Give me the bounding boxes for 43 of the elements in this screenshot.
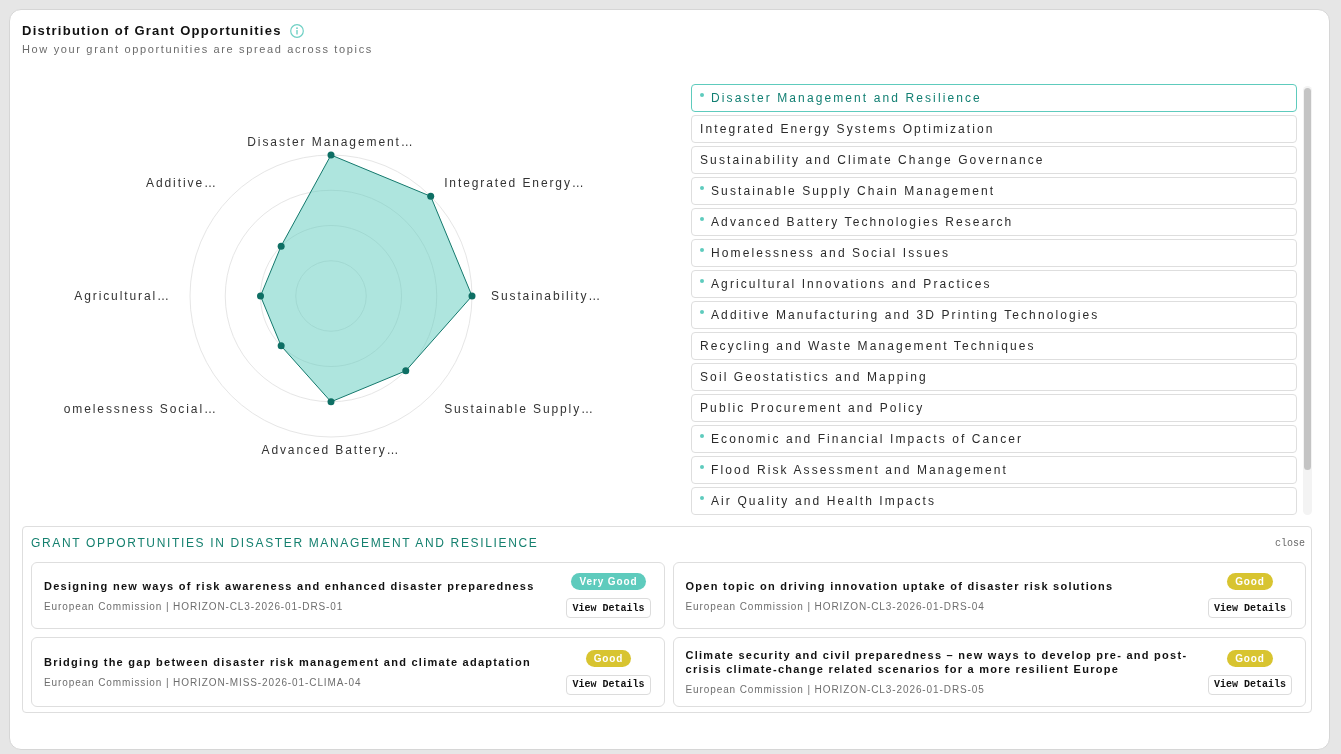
rating-badge: Good bbox=[585, 649, 632, 667]
axis-label: Integrated Energy… bbox=[444, 175, 586, 190]
axis-label: omelessness Social… bbox=[63, 402, 218, 417]
topic-item[interactable]: Agricultural Innovations and Practices bbox=[691, 270, 1297, 298]
card-title: Distribution of Grant Opportunities bbox=[22, 23, 282, 39]
topic-item[interactable]: Disaster Management and Resilience bbox=[691, 84, 1297, 112]
opportunity-title: Climate security and civil preparedness – new ways to develop pre- and post-crisis climate-change related scenarios for a more resilient Europe bbox=[685, 648, 1189, 676]
card-subtitle: How your grant opportunities are spread across topics bbox=[22, 42, 373, 56]
close-button[interactable]: close bbox=[1275, 537, 1305, 549]
topic-item[interactable]: Flood Risk Assessment and Management bbox=[691, 456, 1297, 484]
opportunity-title: Bridging the gap between disaster risk management and climate adaptation bbox=[44, 655, 531, 669]
topic-item[interactable]: Homelessness and Social Issues bbox=[691, 239, 1297, 267]
rating-badge: Good bbox=[1227, 573, 1273, 590]
topic-item[interactable]: Sustainability and Climate Change Governance bbox=[691, 146, 1297, 174]
topic-item[interactable]: Recycling and Waste Management Techniques bbox=[691, 332, 1297, 360]
axis-label: Disaster Management… bbox=[247, 135, 415, 149]
opportunity-meta: European Commission | HORIZON-MISS-2026-01-CLIMA-04 bbox=[44, 677, 362, 689]
axis-label: Agricultural… bbox=[74, 289, 171, 303]
topic-item[interactable]: Integrated Energy Systems Optimization bbox=[691, 115, 1297, 143]
view-details-button[interactable]: View Details bbox=[1208, 598, 1292, 618]
opportunity-meta: European Commission | HORIZON-CL3-2026-01-DRS-04 bbox=[685, 600, 985, 613]
opportunity-meta: European Commission | HORIZON-CL3-2026-01-DRS-01 bbox=[44, 600, 344, 613]
topic-item[interactable]: Sustainable Supply Chain Management bbox=[691, 177, 1297, 205]
topic-item[interactable]: Air Quality and Health Impacts bbox=[691, 487, 1297, 515]
panel-title: GRANT OPPORTUNITIES IN DISASTER MANAGEMENT AND RESILIENCE bbox=[31, 536, 539, 550]
opportunity-title: Open topic on driving innovation uptake of disaster risk solutions bbox=[685, 578, 1114, 593]
scrollbar-thumb[interactable] bbox=[1304, 88, 1311, 470]
topic-item[interactable]: Public Procurement and Policy bbox=[691, 394, 1297, 422]
opportunity-title: Designing new ways of risk awareness and enhanced disaster preparedness bbox=[44, 578, 535, 593]
axis-label: Advanced Battery… bbox=[261, 443, 401, 457]
topic-item[interactable]: Additive Manufacturing and 3D Printing Technologies bbox=[691, 301, 1297, 329]
topic-item[interactable]: Advanced Battery Technologies Research bbox=[691, 208, 1297, 236]
axis-label: Sustainability… bbox=[491, 289, 603, 303]
view-details-button[interactable]: View Details bbox=[566, 674, 651, 695]
rating-badge: Good bbox=[1227, 649, 1273, 667]
axis-label: Sustainable Supply… bbox=[444, 402, 595, 417]
rating-badge: Very Good bbox=[571, 573, 646, 590]
view-details-button[interactable]: View Details bbox=[1208, 674, 1292, 695]
view-details-button[interactable]: View Details bbox=[566, 598, 651, 618]
topic-item[interactable]: Economic and Financial Impacts of Cancer bbox=[691, 425, 1297, 453]
topic-item[interactable]: Soil Geostatistics and Mapping bbox=[691, 363, 1297, 391]
opportunity-meta: European Commission | HORIZON-CL3-2026-01-DRS-05 bbox=[685, 684, 985, 696]
info-icon[interactable] bbox=[289, 24, 304, 38]
